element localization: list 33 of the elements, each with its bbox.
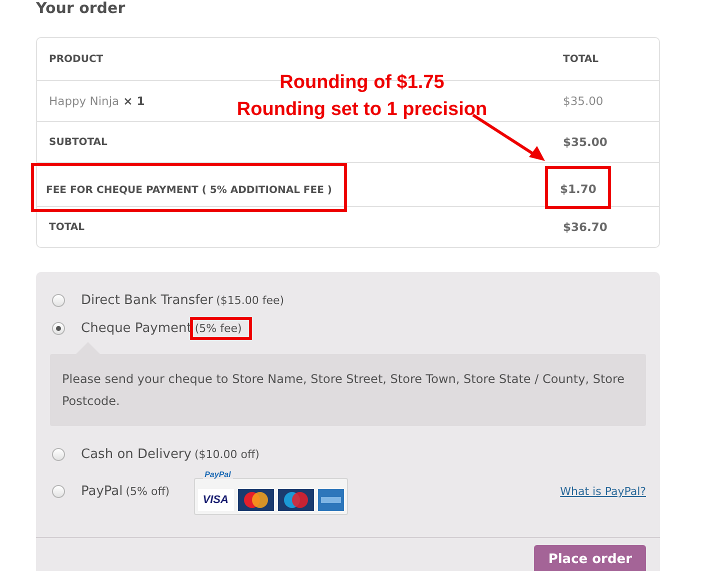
payment-method-label: Cheque Payment: [81, 320, 192, 336]
fee-note: ($10.00 off): [193, 446, 260, 462]
visa-logo: VISA: [198, 489, 234, 511]
radio-button[interactable]: [52, 322, 65, 334]
payment-method-label: Cash on Delivery: [81, 446, 192, 462]
annotation-text: Rounding of $1.75: [280, 71, 444, 95]
fee-note: ($15.00 fee): [215, 292, 286, 308]
credit-card-icon: [238, 489, 274, 511]
table-cell: $36.70: [563, 220, 608, 234]
fee-note: (5% fee): [190, 316, 252, 340]
payment-method-label: Direct Bank Transfer: [81, 292, 214, 308]
payment-description: Please send your cheque to Store Name, Store Street, Store Town, Store State / County, Store Postcode.: [50, 354, 646, 426]
table-cell: $35.00: [563, 135, 608, 149]
annotation-text: Rounding set to 1 precision: [236, 98, 488, 122]
payment-method-label: PayPal: [81, 484, 123, 499]
credit-card-icon: [278, 489, 314, 511]
table-cell: $35.00: [563, 94, 604, 108]
credit-card-icon: [318, 489, 344, 511]
column-header: PRODUCT: [49, 54, 104, 64]
radio-button[interactable]: [52, 448, 65, 460]
paypal-info-link[interactable]: What is PayPal?: [560, 485, 646, 498]
section-heading: Your order: [36, 0, 126, 19]
fee-note: (5% off): [124, 484, 171, 500]
table-cell: Happy Ninja × 1: [49, 94, 145, 108]
table-cell: TOTAL: [49, 222, 84, 232]
radio-button[interactable]: [52, 485, 65, 498]
paypal-logo: PayPal: [202, 470, 233, 479]
table-cell: SUBTOTAL: [49, 136, 108, 148]
column-header: TOTAL: [563, 54, 598, 64]
radio-button[interactable]: [52, 294, 65, 306]
table-cell: FEE FOR CHEQUE PAYMENT ( 5% ADDITIONAL FEE ): [46, 185, 332, 196]
table-cell: $1.70: [560, 182, 596, 196]
place-order-button[interactable]: Place order: [534, 545, 646, 571]
